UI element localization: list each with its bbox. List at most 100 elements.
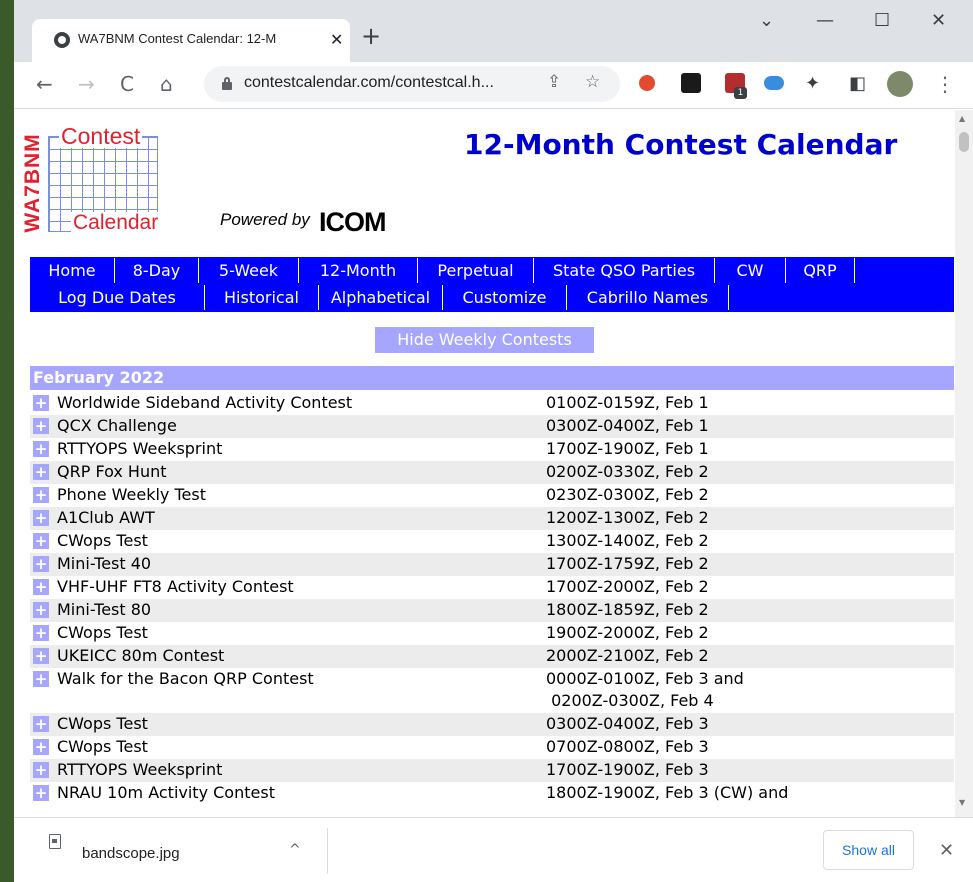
contest-time: 2000Z-2100Z, Feb 2 [546,646,709,665]
contest-name-link[interactable]: QCX Challenge [57,415,177,437]
browser-menu-icon[interactable]: ⋮ [935,73,955,95]
site-logo[interactable]: Contest Calendar WA7BNM [19,124,179,234]
bookmark-star-icon[interactable]: ☆ [585,72,600,92]
profile-avatar[interactable] [887,71,913,97]
contest-row: + RTTYOPS Weeksprint 1700Z-1900Z, Feb 1 [30,438,954,461]
extension-h-icon[interactable] [681,73,701,93]
nav-state-qso-parties[interactable]: State QSO Parties [534,258,715,283]
page-scrollbar[interactable]: ▲ ▼ [955,110,973,817]
contest-name-link[interactable]: Worldwide Sideband Activity Contest [57,392,352,414]
contest-row: + A1Club AWT 1200Z-1300Z, Feb 2 [30,507,954,530]
expand-plus-icon[interactable]: + [33,418,49,434]
logo-word-contest: Contest [59,123,143,149]
expand-plus-icon[interactable]: + [33,510,49,526]
nav-cw[interactable]: CW [715,258,786,283]
expand-plus-icon[interactable]: + [33,739,49,755]
extension-badge: 1 [734,87,747,99]
minimize-button[interactable]: — [816,10,834,31]
page-title: 12-Month Contest Calendar [464,128,898,161]
contest-name-link[interactable]: Mini-Test 80 [57,599,151,621]
reload-button[interactable]: C [120,73,134,95]
hide-weekly-contests-button[interactable]: Hide Weekly Contests [375,327,594,353]
browser-window: WA7BNM Contest Calendar: 12-M ✕ + ⌄ — ☐ … [14,0,973,882]
expand-plus-icon[interactable]: + [33,464,49,480]
contest-time: 1700Z-2000Z, Feb 2 [546,577,709,596]
back-button[interactable]: ← [36,73,53,95]
nav-5-week[interactable]: 5-Week [199,258,299,283]
show-all-button[interactable]: Show all [823,830,914,870]
tab-strip: WA7BNM Contest Calendar: 12-M ✕ + ⌄ — ☐ … [14,0,973,62]
maximize-button[interactable]: ☐ [874,10,890,31]
logo-callsign: WA7BNM [21,133,44,233]
web-page: Contest Calendar WA7BNM Powered by ICOM … [14,110,955,817]
forward-button[interactable]: → [78,73,95,95]
contest-name-link[interactable]: QRP Fox Hunt [57,461,167,483]
sponsor-logo[interactable]: ICOM [319,207,386,238]
new-tab-button[interactable]: + [361,24,381,48]
expand-plus-icon[interactable]: + [33,441,49,457]
nav-alphabetical[interactable]: Alphabetical [319,285,443,310]
expand-plus-icon[interactable]: + [33,716,49,732]
nav-log-due-dates[interactable]: Log Due Dates [30,285,205,310]
extension-shield-icon[interactable] [639,75,655,91]
scroll-thumb[interactable] [959,132,969,152]
site-nav-bar: Home 8-Day 5-Week 12-Month Perpetual Sta… [30,257,954,312]
contest-name-link[interactable]: CWops Test [57,736,148,758]
contest-name-link[interactable]: CWops Test [57,622,148,644]
contest-time: 0200Z-0330Z, Feb 2 [546,462,709,481]
expand-plus-icon[interactable]: + [33,602,49,618]
close-download-bar-icon[interactable]: ✕ [939,840,954,861]
expand-plus-icon[interactable]: + [33,556,49,572]
side-panel-icon[interactable]: ◧ [849,73,866,95]
contest-time: 1700Z-1759Z, Feb 2 [546,554,709,573]
browser-tab[interactable]: WA7BNM Contest Calendar: 12-M ✕ [32,19,350,62]
extensions-puzzle-icon[interactable]: ✦ [805,73,820,95]
nav-cabrillo-names[interactable]: Cabrillo Names [567,285,729,310]
contest-name-link[interactable]: VHF-UHF FT8 Activity Contest [57,576,294,598]
contest-name-link[interactable]: Walk for the Bacon QRP Contest [57,668,314,690]
nav-historical[interactable]: Historical [205,285,319,310]
expand-plus-icon[interactable]: + [33,487,49,503]
expand-plus-icon[interactable]: + [33,625,49,641]
image-file-icon [49,834,61,849]
nav-customize[interactable]: Customize [443,285,567,310]
expand-plus-icon[interactable]: + [33,579,49,595]
contest-name-link[interactable]: RTTYOPS Weeksprint [57,759,222,781]
home-button[interactable]: ⌂ [160,73,173,95]
contest-time: 0300Z-0400Z, Feb 1 [546,416,709,435]
contest-name-link[interactable]: CWops Test [57,713,148,735]
expand-plus-icon[interactable]: + [33,395,49,411]
contest-name-link[interactable]: NRAU 10m Activity Contest [57,782,275,804]
nav-perpetual[interactable]: Perpetual [418,258,534,283]
address-bar[interactable]: contestcalendar.com/contestcal.h... ⇪ ☆ [204,66,620,102]
nav-12-month[interactable]: 12-Month [299,258,418,283]
contest-name-link[interactable]: RTTYOPS Weeksprint [57,438,222,460]
contest-name-link[interactable]: Mini-Test 40 [57,553,151,575]
contest-row: + CWops Test 1900Z-2000Z, Feb 2 [30,622,954,645]
contest-name-link[interactable]: CWops Test [57,530,148,552]
contest-name-link[interactable]: A1Club AWT [57,507,155,529]
scroll-down-arrow-icon[interactable]: ▼ [959,798,965,807]
contest-name-link[interactable]: UKEICC 80m Contest [57,645,224,667]
scroll-up-arrow-icon[interactable]: ▲ [959,114,965,123]
contest-row: + Phone Weekly Test 0230Z-0300Z, Feb 2 [30,484,954,507]
contest-time: 1800Z-1859Z, Feb 2 [546,600,709,619]
expand-plus-icon[interactable]: + [33,785,49,801]
chevron-up-icon[interactable]: ^ [289,842,301,858]
download-file-name[interactable]: bandscope.jpg [82,845,180,862]
share-icon[interactable]: ⇪ [547,72,561,92]
expand-plus-icon[interactable]: + [33,762,49,778]
nav-home[interactable]: Home [30,258,115,283]
tab-search-icon[interactable]: ⌄ [759,10,774,31]
contest-time: 0230Z-0300Z, Feb 2 [546,485,709,504]
tab-close-icon[interactable]: ✕ [330,30,343,49]
nav-qrp[interactable]: QRP [786,258,855,283]
expand-plus-icon[interactable]: + [33,533,49,549]
expand-plus-icon[interactable]: + [33,648,49,664]
expand-plus-icon[interactable]: + [33,671,49,687]
contest-row: + Worldwide Sideband Activity Contest 0100… [30,392,954,415]
cloud-icon[interactable] [764,76,784,90]
contest-name-link[interactable]: Phone Weekly Test [57,484,206,506]
nav-8-day[interactable]: 8-Day [115,258,199,283]
close-window-button[interactable]: ✕ [931,10,946,31]
